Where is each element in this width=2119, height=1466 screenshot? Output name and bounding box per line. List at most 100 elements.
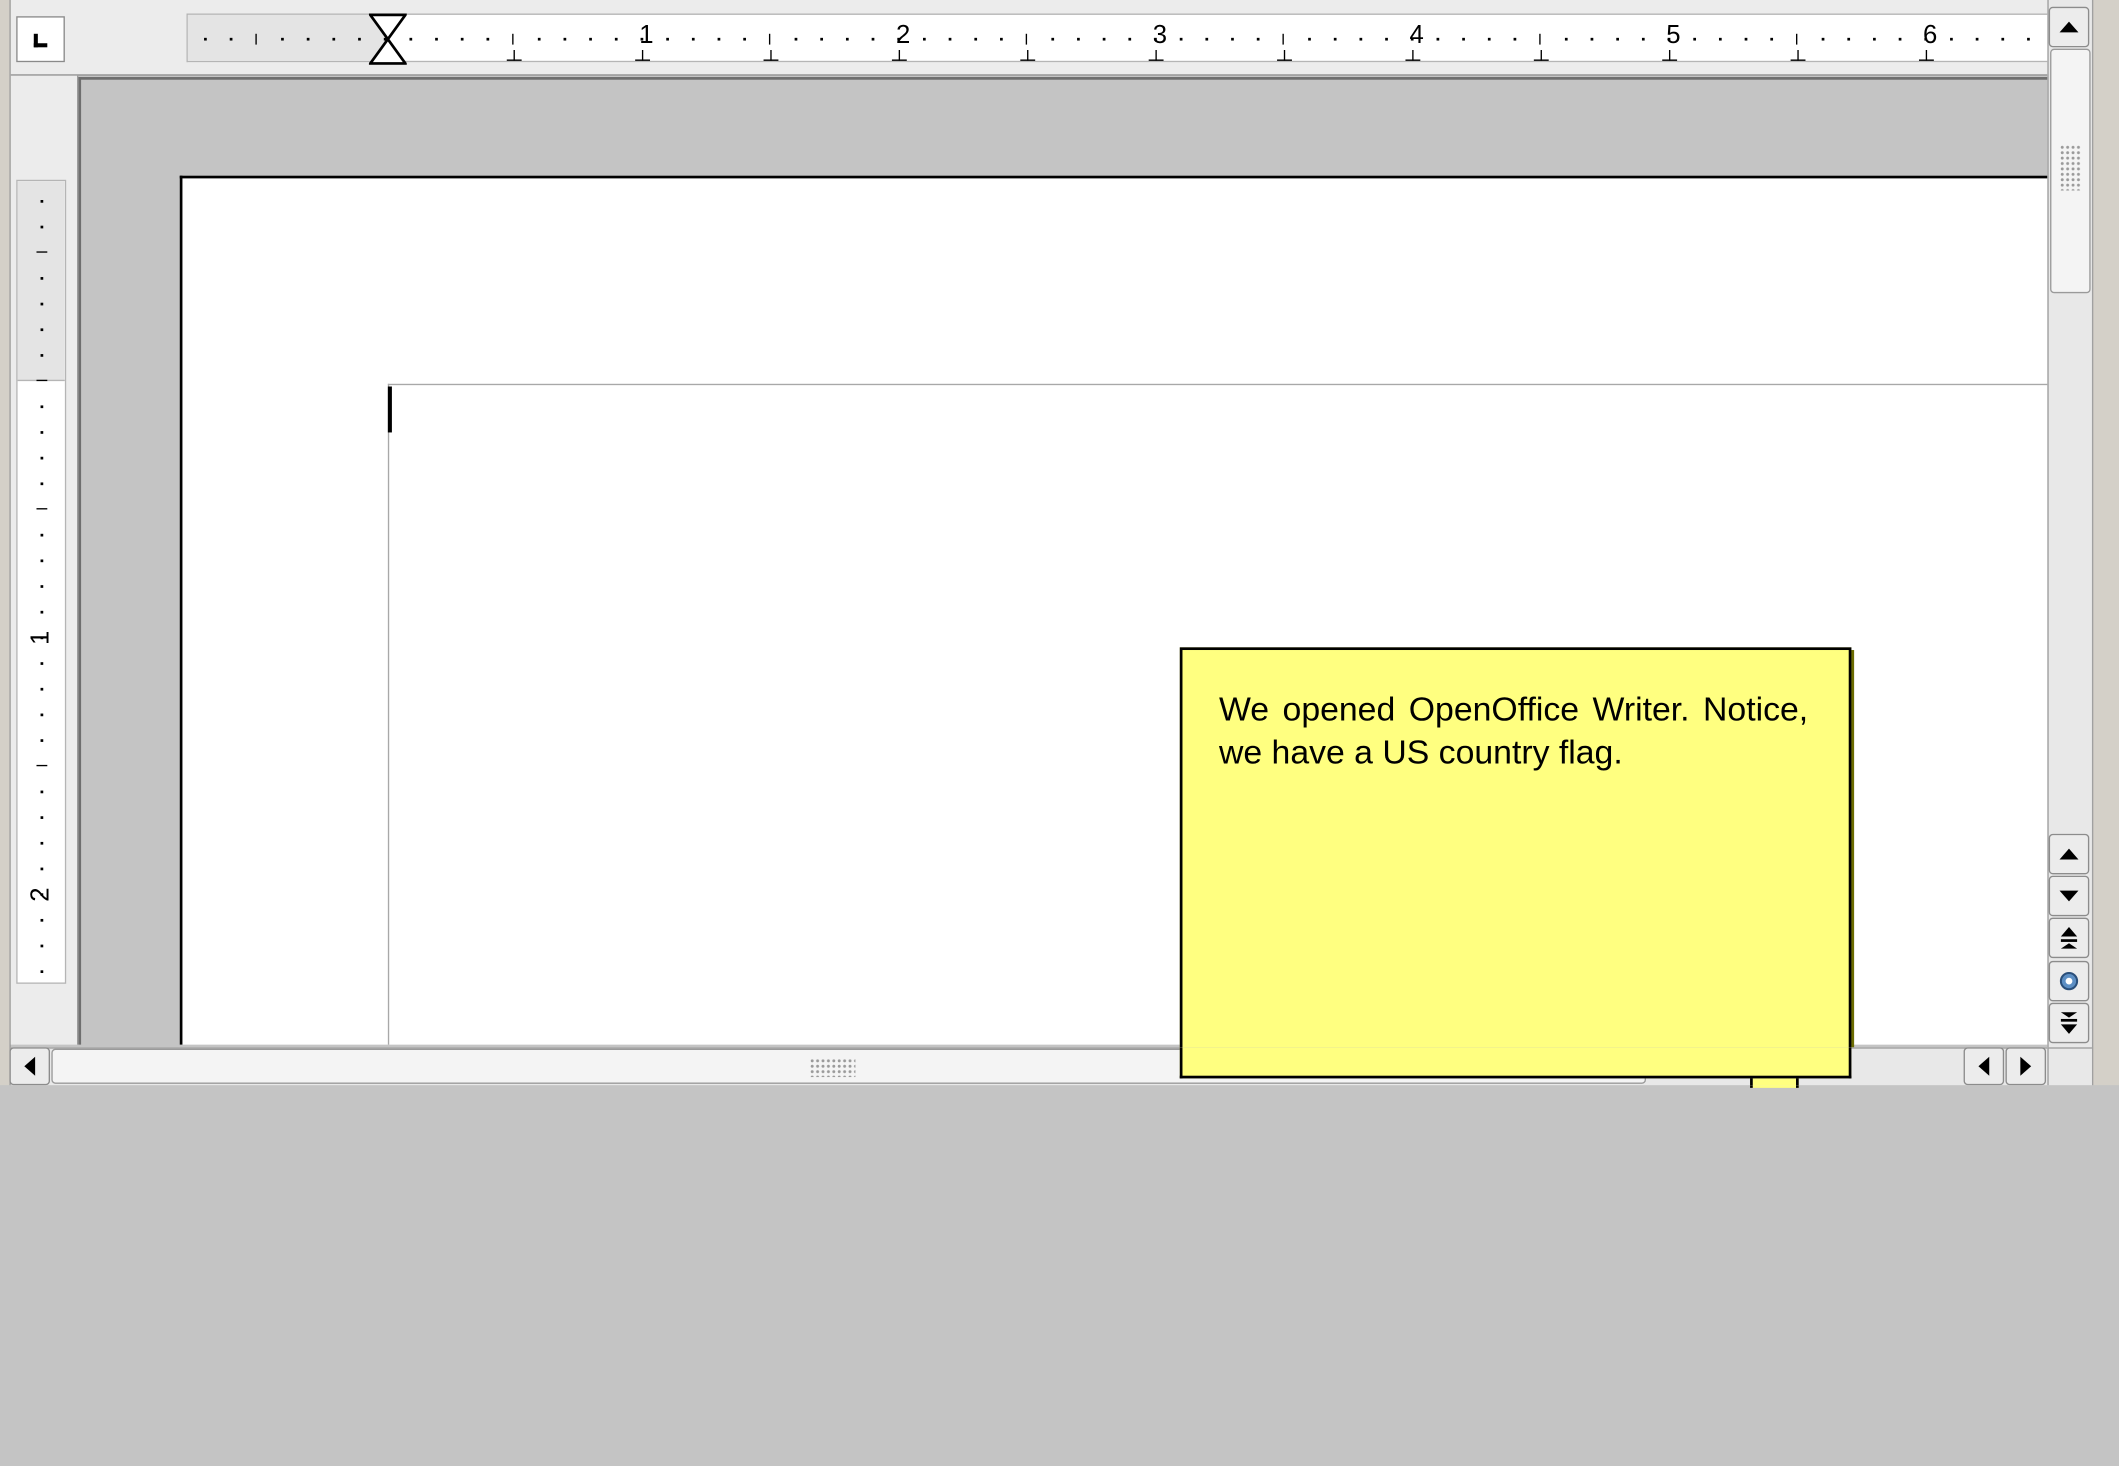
ruler-dot [1333, 37, 1337, 41]
ruler-dot [563, 37, 567, 41]
ruler-number: 1 [639, 21, 654, 51]
double-up-icon[interactable] [2048, 917, 2090, 959]
ruler-tick [512, 33, 514, 45]
double-down-icon[interactable] [2048, 1002, 2090, 1044]
arrow-left-icon[interactable] [1963, 1047, 2005, 1086]
ruler-dot [1436, 37, 1440, 41]
ruler-dot [1385, 37, 1388, 41]
navigator-icon[interactable] [2048, 960, 2090, 1002]
indent-marker-icon[interactable] [368, 13, 407, 65]
window-border-right [2091, 0, 2119, 1086]
ruler-dot [486, 37, 490, 41]
ruler-dot [40, 302, 44, 306]
ruler-dot [1359, 37, 1363, 41]
ruler-dot [1744, 37, 1748, 41]
ruler-dot [794, 37, 798, 41]
ruler-dot [1847, 37, 1851, 41]
arrow-down-icon[interactable] [2048, 875, 2090, 917]
grip-icon [809, 1058, 856, 1078]
ruler-dot [40, 482, 44, 486]
ruler-dot [1616, 37, 1619, 41]
ruler-dot [40, 713, 44, 717]
ruler-dot [1898, 37, 1902, 41]
ruler-tick [255, 33, 257, 45]
ruler-dot [40, 354, 44, 357]
ruler-tick [36, 251, 48, 253]
ruler-dot [1718, 37, 1722, 41]
ruler-dot [1950, 37, 1953, 41]
ruler-dot [40, 431, 44, 434]
ruler-tick [768, 33, 771, 45]
default-tab-stop-icon [763, 50, 779, 61]
ruler-dot [1821, 37, 1825, 41]
ruler-dot [1873, 37, 1876, 41]
default-tab-stop-icon [891, 50, 907, 61]
ruler-number: 3 [1152, 21, 1168, 51]
ruler-dot [40, 610, 44, 614]
ruler-dot [332, 37, 336, 41]
ruler-dot [1308, 37, 1311, 41]
vertical-ruler[interactable]: 12 [16, 179, 67, 984]
ruler-dot [717, 37, 721, 41]
arrow-up-icon[interactable] [2048, 6, 2090, 48]
grip-icon [2059, 144, 2082, 191]
ruler-dot [1590, 37, 1594, 41]
comment-text: We opened OpenOffice Writer. Notice, we … [1218, 690, 1809, 772]
ruler-dot [40, 533, 44, 537]
ruler-number: 2 [895, 21, 911, 51]
ruler-dot [40, 277, 44, 280]
default-tab-stop-icon [1277, 50, 1292, 61]
tab-stop-left-icon[interactable] [16, 16, 65, 63]
default-tab-stop-icon [506, 50, 522, 61]
default-tab-stop-icon [1790, 50, 1806, 61]
ruler-dot [460, 37, 464, 41]
ruler-dot [743, 37, 746, 41]
ruler-tick [1025, 33, 1028, 45]
ruler-tick [1539, 33, 1541, 45]
ruler-dot [948, 37, 952, 41]
comment-note[interactable]: We opened OpenOffice Writer. Notice, we … [1179, 647, 1852, 1079]
ruler-number: 2 [27, 887, 56, 902]
ruler-tick [36, 508, 48, 510]
ruler-dot [1179, 37, 1183, 41]
ruler-tick [1282, 33, 1284, 45]
arrow-up-icon[interactable] [2048, 833, 2090, 875]
ruler-number: 1 [27, 630, 56, 646]
ruler-dot [40, 739, 44, 742]
writer-window: 123456 12 We opened OpenOffice Writer. N… [0, 0, 2119, 1466]
default-tab-stop-icon [1148, 50, 1164, 61]
ruler-dot [1205, 37, 1209, 41]
ruler-dot [40, 841, 44, 845]
horizontal-ruler[interactable]: 1 2 3 4 5 6 [186, 13, 2048, 63]
scrollbar-corner [2047, 1047, 2092, 1086]
ruler-dot [537, 37, 541, 41]
arrow-right-icon[interactable] [2005, 1047, 2047, 1086]
vertical-scrollbar-thumb[interactable] [2050, 48, 2091, 294]
ruler-dot [1975, 37, 1979, 41]
ruler-dot [1077, 37, 1080, 41]
default-tab-stop-icon [1662, 50, 1678, 61]
ruler-dot [1051, 37, 1055, 41]
ruler-tick [1796, 33, 1798, 45]
ruler-dot [1641, 37, 1645, 41]
ruler-number: 6 [1923, 21, 1938, 51]
ruler-dot [40, 816, 44, 819]
ruler-number: 4 [1409, 21, 1424, 51]
ruler-dot [204, 37, 207, 41]
ruler-dot [589, 37, 592, 41]
arrow-left-icon[interactable] [9, 1047, 51, 1086]
ruler-dot [1256, 37, 1260, 41]
ruler-dot [666, 37, 669, 41]
ruler-dot [1128, 37, 1132, 41]
ruler-dot [40, 970, 44, 974]
ruler-dot [1231, 37, 1234, 41]
ruler-dot [2001, 37, 2005, 41]
ruler-dot [1462, 37, 1465, 41]
ruler-dot [820, 37, 824, 41]
ruler-dot [1102, 37, 1106, 41]
ruler-tick [36, 764, 48, 767]
default-tab-stop-icon [1020, 50, 1036, 61]
ruler-dot [40, 200, 44, 203]
ruler-dot [974, 37, 978, 41]
ruler-dot [40, 944, 44, 948]
